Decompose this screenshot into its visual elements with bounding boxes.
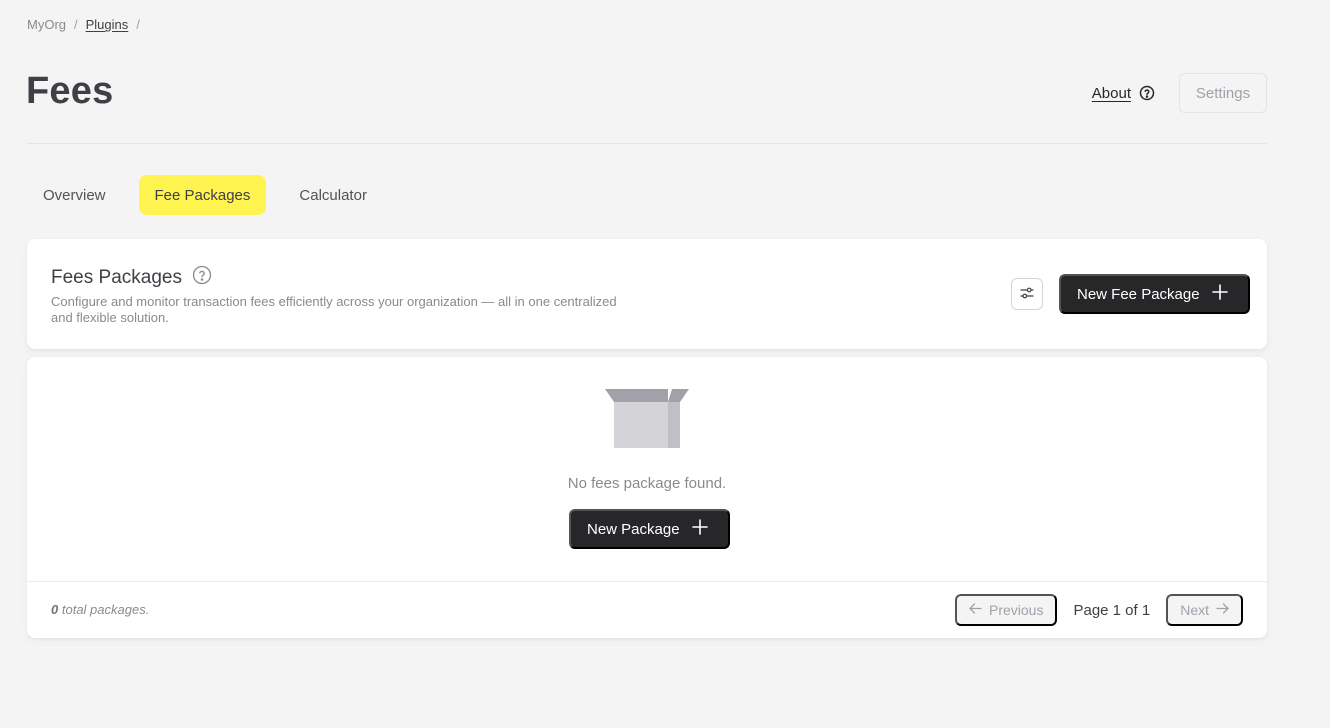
page-title: Fees (26, 70, 114, 112)
tab-calculator[interactable]: Calculator (283, 175, 383, 215)
page-info: Page 1 of 1 (1073, 601, 1151, 619)
empty-box-icon (604, 388, 690, 455)
settings-button[interactable]: Settings (1179, 73, 1267, 113)
breadcrumb: MyOrg / Plugins / (27, 17, 140, 32)
plus-icon (1211, 284, 1228, 304)
header-divider (27, 143, 1267, 144)
new-fee-package-button[interactable]: New Fee Package (1059, 274, 1250, 314)
total-suffix: total packages. (61, 602, 150, 617)
packages-list-card: No fees package found. New Package 0 tot… (27, 357, 1267, 638)
help-circle-icon[interactable] (192, 265, 212, 291)
arrow-left-icon (969, 602, 982, 618)
footer-divider (27, 581, 1267, 582)
help-circle-icon (1139, 85, 1155, 101)
tabs: Overview Fee Packages Calculator (27, 175, 383, 215)
next-label: Next (1180, 602, 1209, 618)
tab-overview[interactable]: Overview (27, 175, 122, 215)
header-actions: About Settings (1092, 73, 1267, 113)
empty-state-message: No fees package found. (567, 475, 727, 492)
new-package-button[interactable]: New Package (569, 509, 730, 549)
previous-button[interactable]: Previous (955, 594, 1058, 626)
packages-title-group: Fees Packages (51, 265, 212, 291)
next-button[interactable]: Next (1166, 594, 1243, 626)
pagination: Previous Page 1 of 1 Next (955, 594, 1243, 626)
packages-title: Fees Packages (51, 267, 182, 288)
about-link[interactable]: About (1092, 85, 1155, 102)
breadcrumb-separator: / (136, 17, 140, 32)
total-packages: 0 total packages. (51, 602, 149, 617)
arrow-right-icon (1216, 602, 1229, 618)
breadcrumb-separator: / (74, 17, 78, 32)
total-count: 0 (51, 602, 59, 617)
breadcrumb-item-myorg[interactable]: MyOrg (27, 17, 66, 32)
packages-description: Configure and monitor transaction fees e… (51, 294, 617, 325)
tab-fee-packages[interactable]: Fee Packages (138, 175, 267, 215)
filter-button[interactable] (1011, 278, 1043, 310)
about-label: About (1091, 84, 1131, 102)
breadcrumb-item-plugins[interactable]: Plugins (86, 17, 129, 32)
new-package-label: New Package (587, 520, 680, 538)
previous-label: Previous (989, 602, 1044, 618)
packages-header-card: Fees Packages Configure and monitor tran… (27, 239, 1267, 349)
plus-icon (691, 519, 708, 539)
sliders-icon (1020, 286, 1034, 303)
new-fee-package-label: New Fee Package (1077, 285, 1200, 303)
